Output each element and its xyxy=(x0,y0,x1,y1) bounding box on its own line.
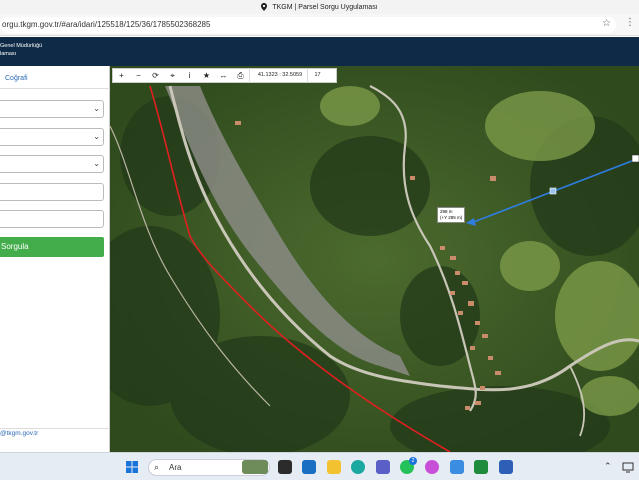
chevron-down-icon: ⌄ xyxy=(93,132,100,141)
satellite-imagery xyxy=(110,66,639,452)
measure-button[interactable]: ↔ xyxy=(215,68,232,83)
tray-chevron-up-icon[interactable]: ⌃ xyxy=(604,461,612,472)
refresh-icon: ⟳ xyxy=(152,71,159,80)
block-number-input[interactable] xyxy=(0,183,104,201)
info-icon: i xyxy=(188,71,191,80)
locate-button[interactable]: ⌖ xyxy=(164,68,181,83)
footer-link[interactable]: @tkgm.gov.tr xyxy=(0,430,38,437)
bookmark-star-icon[interactable]: ☆ xyxy=(602,18,611,29)
parcel-number-input[interactable] xyxy=(0,210,104,228)
spreadsheet-app-icon[interactable] xyxy=(474,460,488,474)
satellite-map[interactable] xyxy=(110,66,639,452)
star-icon: ★ xyxy=(202,71,211,80)
plus-icon: + xyxy=(119,71,124,80)
chevron-down-icon: ⌄ xyxy=(93,104,100,113)
refresh-button[interactable]: ⟳ xyxy=(147,68,164,83)
windows-start-icon[interactable] xyxy=(126,461,138,473)
printer-icon: ⎙ xyxy=(237,70,244,80)
query-panel: Coğrafi ⌄ ⌄ ⌄ Sorgula @tkgm.gov.tr xyxy=(0,66,110,452)
crosshair-icon: ⌖ xyxy=(170,70,175,80)
address-bar: orgu.tkgm.gov.tr/#ara/idari/125518/125/3… xyxy=(0,14,639,36)
print-button[interactable]: ⎙ xyxy=(232,68,249,83)
tab-cografi[interactable]: Coğrafi xyxy=(0,69,110,89)
search-highlight-icon[interactable] xyxy=(242,460,268,474)
browser-title-bar: TKGM | Parsel Sorgu Uygulaması xyxy=(0,0,639,14)
file-explorer-icon[interactable] xyxy=(327,460,341,474)
search-placeholder: Ara xyxy=(169,463,182,472)
header-title-line2: laması xyxy=(0,51,17,57)
document-app-icon[interactable] xyxy=(499,460,513,474)
ruler-icon: ↔ xyxy=(219,71,228,80)
network-icon[interactable] xyxy=(622,461,634,473)
url-field[interactable]: orgu.tkgm.gov.tr/#ara/idari/125518/125/3… xyxy=(0,17,616,33)
search-icon: ⌕ xyxy=(154,462,160,472)
copilot-icon[interactable] xyxy=(425,460,439,474)
zoom-level-readout: 17 xyxy=(307,68,327,83)
measure-tooltip: 298 m (+Y 285 m) xyxy=(437,207,466,223)
zoom-out-button[interactable]: − xyxy=(130,68,147,83)
location-pin-icon xyxy=(261,3,268,11)
task-view-icon[interactable] xyxy=(278,460,292,474)
header-title-line1: Genel Müdürlüğü xyxy=(0,43,43,49)
province-select[interactable]: ⌄ xyxy=(0,100,104,118)
minus-icon: − xyxy=(136,71,141,80)
favorite-button[interactable]: ★ xyxy=(198,68,215,83)
info-button[interactable]: i xyxy=(181,68,198,83)
panel-divider xyxy=(0,428,110,429)
zoom-in-button[interactable]: + xyxy=(113,68,130,83)
browser-tab-title: TKGM | Parsel Sorgu Uygulaması xyxy=(272,3,378,11)
site-header: Genel Müdürlüğü laması xyxy=(0,37,639,66)
edge-browser-icon[interactable] xyxy=(351,460,365,474)
neighborhood-select[interactable]: ⌄ xyxy=(0,155,104,173)
tkgm-app-icon[interactable] xyxy=(450,460,464,474)
browser-menu-icon[interactable]: ⋮ xyxy=(625,18,635,28)
teams-icon[interactable] xyxy=(376,460,390,474)
windows-taskbar: ⌕ Ara 2 ⌃ xyxy=(0,452,639,480)
district-select[interactable]: ⌄ xyxy=(0,128,104,146)
notification-badge: 2 xyxy=(409,457,417,465)
store-icon[interactable] xyxy=(302,460,316,474)
coordinate-readout: 41.1323 : 32.5059 xyxy=(249,68,307,83)
measure-offset: (+Y 285 m) xyxy=(440,215,463,220)
query-button[interactable]: Sorgula xyxy=(0,237,104,257)
chevron-down-icon: ⌄ xyxy=(93,159,100,168)
map-toolbar: + − ⟳ ⌖ i ★ ↔ ⎙ 41.1323 : 32.5059 17 xyxy=(112,68,337,83)
